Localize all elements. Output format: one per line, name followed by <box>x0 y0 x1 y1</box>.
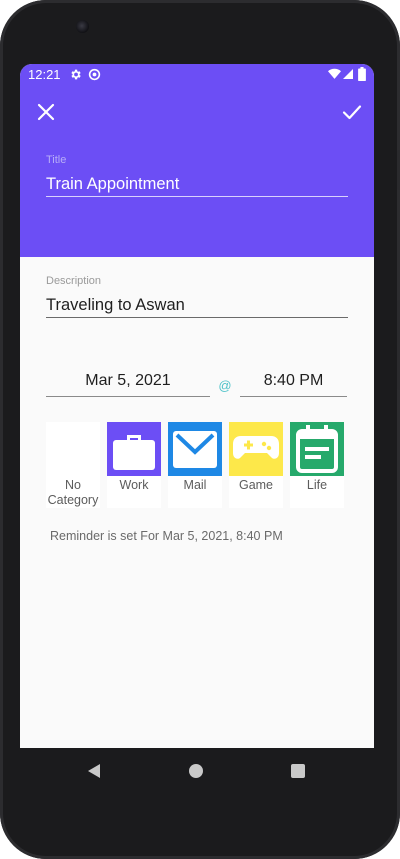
mail-icon <box>173 431 217 468</box>
life-tile <box>290 422 344 476</box>
category-label-no-1: No <box>65 478 81 492</box>
gamepad-icon <box>233 436 279 459</box>
app-header: 12:21 Title Train Appointment <box>20 64 374 257</box>
front-camera <box>76 20 89 33</box>
check-icon[interactable] <box>340 100 364 124</box>
title-underline <box>46 196 348 197</box>
category-game[interactable]: Game <box>229 422 283 508</box>
category-label-game: Game <box>238 478 274 492</box>
category-life[interactable]: Life <box>290 422 344 508</box>
phone-frame: 12:21 Title Train Appointment Descriptio… <box>0 0 400 859</box>
category-label-work: Work <box>119 478 149 492</box>
description-underline <box>46 317 348 318</box>
description-label: Description <box>46 275 102 287</box>
category-work[interactable]: Work <box>107 422 161 508</box>
at-symbol: @ <box>218 378 232 393</box>
game-tile <box>229 422 283 476</box>
category-mail[interactable]: Mail <box>168 422 222 508</box>
gear-icon <box>71 69 81 80</box>
time-picker-field[interactable]: 8:40 PM <box>240 372 347 397</box>
category-label-mail: Mail <box>183 478 207 492</box>
status-time: 12:21 <box>28 67 61 82</box>
wifi-icon <box>328 68 341 79</box>
home-icon[interactable] <box>187 762 205 780</box>
category-label-no-2: Category <box>47 493 99 507</box>
signal-icon <box>343 69 353 79</box>
category-no-category[interactable]: No Category <box>46 422 100 508</box>
briefcase-icon <box>113 435 155 470</box>
no-category-tile <box>46 422 100 476</box>
calendar-icon <box>296 425 338 473</box>
sync-icon <box>88 68 101 81</box>
close-icon[interactable] <box>34 100 58 124</box>
title-input[interactable]: Train Appointment <box>46 175 179 194</box>
date-picker-field[interactable]: Mar 5, 2021 <box>46 372 210 397</box>
work-tile <box>107 422 161 476</box>
back-icon[interactable] <box>85 762 103 780</box>
recents-icon[interactable] <box>289 762 307 780</box>
status-bar: 12:21 <box>20 64 374 86</box>
mail-tile <box>168 422 222 476</box>
category-label-life: Life <box>306 478 328 492</box>
app-screen: 12:21 Title Train Appointment Descriptio… <box>20 64 374 748</box>
battery-icon <box>358 67 366 81</box>
description-input[interactable]: Traveling to Aswan <box>46 296 185 315</box>
system-navigation-bar <box>0 748 400 794</box>
reminder-text: Reminder is set For Mar 5, 2021, 8:40 PM <box>50 529 283 543</box>
title-label: Title <box>46 154 67 166</box>
